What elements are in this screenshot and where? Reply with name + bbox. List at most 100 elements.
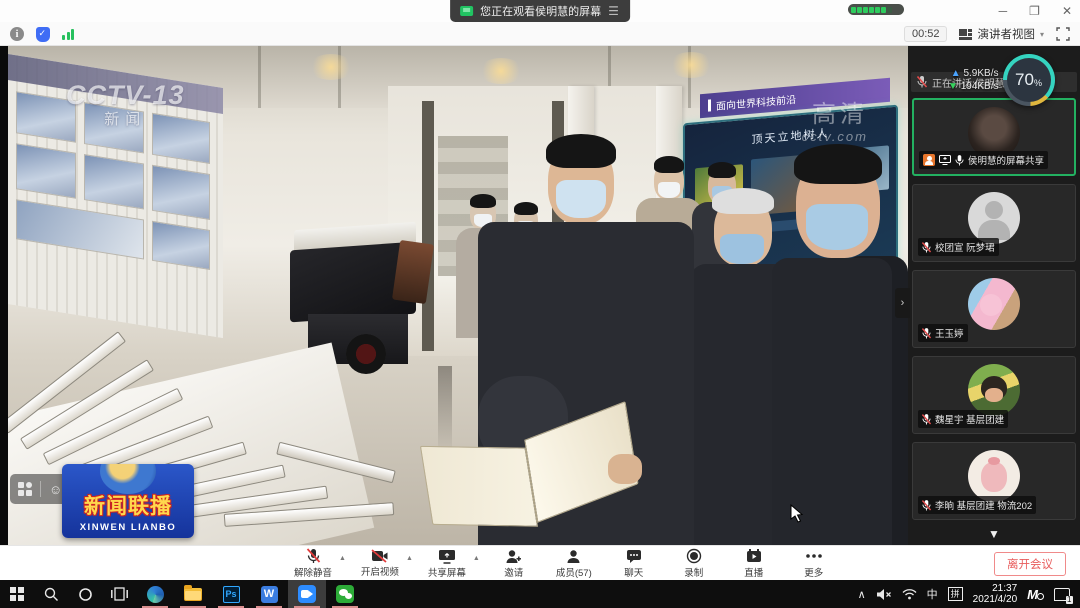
layout-grid-icon[interactable]: [18, 482, 32, 496]
window-titlebar: 您正在观看侯明慧的屏幕 ☰ ─ ❐ ✕: [0, 0, 1080, 22]
clock-date: 2021/4/20: [973, 594, 1018, 605]
start-button[interactable]: [0, 580, 34, 608]
live-icon: [746, 549, 762, 564]
mic-options-arrow[interactable]: ▲: [339, 555, 346, 562]
participant-name: 王玉婷: [935, 326, 964, 340]
close-button[interactable]: ✕: [1062, 5, 1072, 17]
chandelier: [668, 52, 714, 78]
share-options-arrow[interactable]: ▲: [473, 555, 480, 562]
presenter-badge-icon: [923, 154, 935, 166]
record-button[interactable]: 录制: [666, 547, 722, 581]
logo-chinese-text: 新闻联播: [62, 490, 194, 520]
invite-person-icon: [505, 549, 522, 564]
video-options-arrow[interactable]: ▲: [406, 555, 413, 562]
maximize-button[interactable]: ❐: [1029, 5, 1040, 17]
cortana-icon[interactable]: [68, 580, 102, 608]
speaker-view-icon: [959, 29, 972, 40]
banner-menu-icon[interactable]: ☰: [608, 4, 620, 18]
start-video-button[interactable]: 开启视频: [352, 547, 408, 581]
minimize-button[interactable]: ─: [999, 5, 1008, 17]
unmute-button[interactable]: 解除静音: [285, 547, 341, 581]
avatar: [968, 278, 1020, 330]
meeting-info-icon[interactable]: i: [10, 27, 24, 41]
taskbar-app-wechat[interactable]: [326, 580, 364, 608]
emoji-icon[interactable]: ☺: [49, 482, 62, 497]
participant-tile[interactable]: 校团宣 阮梦珺: [912, 184, 1076, 262]
screen-share-icon: [460, 6, 473, 16]
participant-tile[interactable]: 王玉婷: [912, 270, 1076, 348]
participant-name: 李晌 基层团建 物流202: [935, 498, 1032, 512]
chandelier: [478, 58, 524, 84]
network-signal-icon[interactable]: [62, 28, 74, 40]
shared-screen-video[interactable]: 面向世界科技前沿 顶天立地树人: [8, 46, 908, 545]
taskbar-app-meeting[interactable]: [288, 580, 326, 608]
task-view-icon[interactable]: [102, 580, 136, 608]
notification-badge: 1: [1066, 596, 1073, 604]
screen-share-banner-text: 您正在观看侯明慧的屏幕: [480, 3, 601, 19]
avatar: [968, 364, 1020, 416]
more-button[interactable]: 更多: [786, 547, 842, 581]
meeting-viewbar: i 00:52 演讲者视图 ▾: [0, 22, 1080, 46]
mouse-cursor: [790, 504, 804, 524]
screen-share-icon: [939, 155, 951, 165]
scroll-down-arrow[interactable]: ▼: [988, 527, 1000, 541]
windows-taskbar: Ps W ∧ 中 拼 21:37 2021/4/20 M 1: [0, 580, 1080, 608]
avatar: [968, 450, 1020, 502]
download-speed: 194KB/s: [961, 81, 999, 92]
tray-chevron-icon[interactable]: ∧: [858, 588, 866, 601]
system-clock[interactable]: 21:37 2021/4/20: [973, 583, 1018, 605]
record-icon: [686, 548, 702, 564]
camera-off-icon: [371, 549, 389, 563]
participant-name: 魏星宇 基层团建: [935, 412, 1004, 426]
logo-english-text: XINWEN LIANBO: [62, 522, 194, 533]
meeting-security-icon[interactable]: [36, 27, 50, 42]
chat-icon: [626, 549, 642, 564]
machine-wheel: [346, 334, 386, 374]
share-screen-icon: [438, 549, 456, 564]
chat-button[interactable]: 聊天: [606, 547, 662, 581]
action-center-icon[interactable]: 1: [1054, 588, 1070, 601]
muted-mic-icon: [306, 548, 321, 564]
mic-icon: [955, 155, 964, 166]
wifi-icon[interactable]: [902, 588, 917, 600]
taskbar-app-file-explorer[interactable]: [174, 580, 212, 608]
screen-share-banner[interactable]: 您正在观看侯明慧的屏幕 ☰: [450, 0, 630, 22]
network-stats-overlay: ▲ 5.9KB/s ▼ 194KB/s 70%: [948, 54, 1055, 106]
muted-mic-icon: [922, 414, 931, 425]
chandelier: [308, 54, 354, 80]
participant-tile[interactable]: 侯明慧的屏幕共享: [912, 98, 1076, 176]
members-icon: [566, 549, 581, 564]
invite-button[interactable]: 邀请: [486, 547, 542, 581]
hand: [608, 454, 642, 484]
meeting-timer: 00:52: [904, 26, 948, 42]
cpu-gauge: 70%: [1003, 54, 1055, 106]
search-icon[interactable]: [34, 580, 68, 608]
sidebar-collapse-handle[interactable]: ›: [895, 288, 910, 318]
ime-tool-icon[interactable]: M: [1027, 587, 1044, 602]
fullscreen-icon[interactable]: [1056, 27, 1070, 41]
taskbar-app-wps[interactable]: W: [250, 580, 288, 608]
live-stream-button[interactable]: 直播: [726, 547, 782, 581]
meeting-main-area: 面向世界科技前沿 顶天立地树人: [0, 46, 1080, 545]
muted-mic-icon: [917, 76, 927, 88]
meeting-control-bar: 解除静音 ▲ 开启视频 ▲ 共享屏幕 ▲ 邀请 成员(57) 聊天 录制: [0, 545, 1080, 580]
leave-meeting-button[interactable]: 离开会议: [994, 552, 1066, 576]
muted-mic-icon: [922, 328, 931, 339]
cctv13-watermark: CCTV-13 新闻: [66, 82, 185, 127]
taskbar-app-edge[interactable]: [136, 580, 174, 608]
xinwen-lianbo-logo: 新闻联播 XINWEN LIANBO: [62, 464, 194, 538]
hd-watermark: 高清 cctv.com: [802, 94, 868, 144]
ime-mode-indicator[interactable]: 拼: [948, 587, 963, 601]
view-mode-selector[interactable]: 演讲者视图 ▾: [959, 26, 1044, 42]
window-controls: ─ ❐ ✕: [999, 0, 1072, 22]
battery-indicator: [848, 4, 904, 15]
share-screen-button[interactable]: 共享屏幕: [419, 547, 475, 581]
participant-tile[interactable]: 魏星宇 基层团建: [912, 356, 1076, 434]
volume-muted-icon[interactable]: [876, 588, 892, 601]
muted-mic-icon: [922, 242, 931, 253]
participant-tile[interactable]: 李晌 基层团建 物流202: [912, 442, 1076, 520]
ime-language-indicator[interactable]: 中: [927, 586, 938, 602]
door-frame: [422, 101, 434, 351]
taskbar-app-photoshop[interactable]: Ps: [212, 580, 250, 608]
members-button[interactable]: 成员(57): [546, 547, 602, 581]
